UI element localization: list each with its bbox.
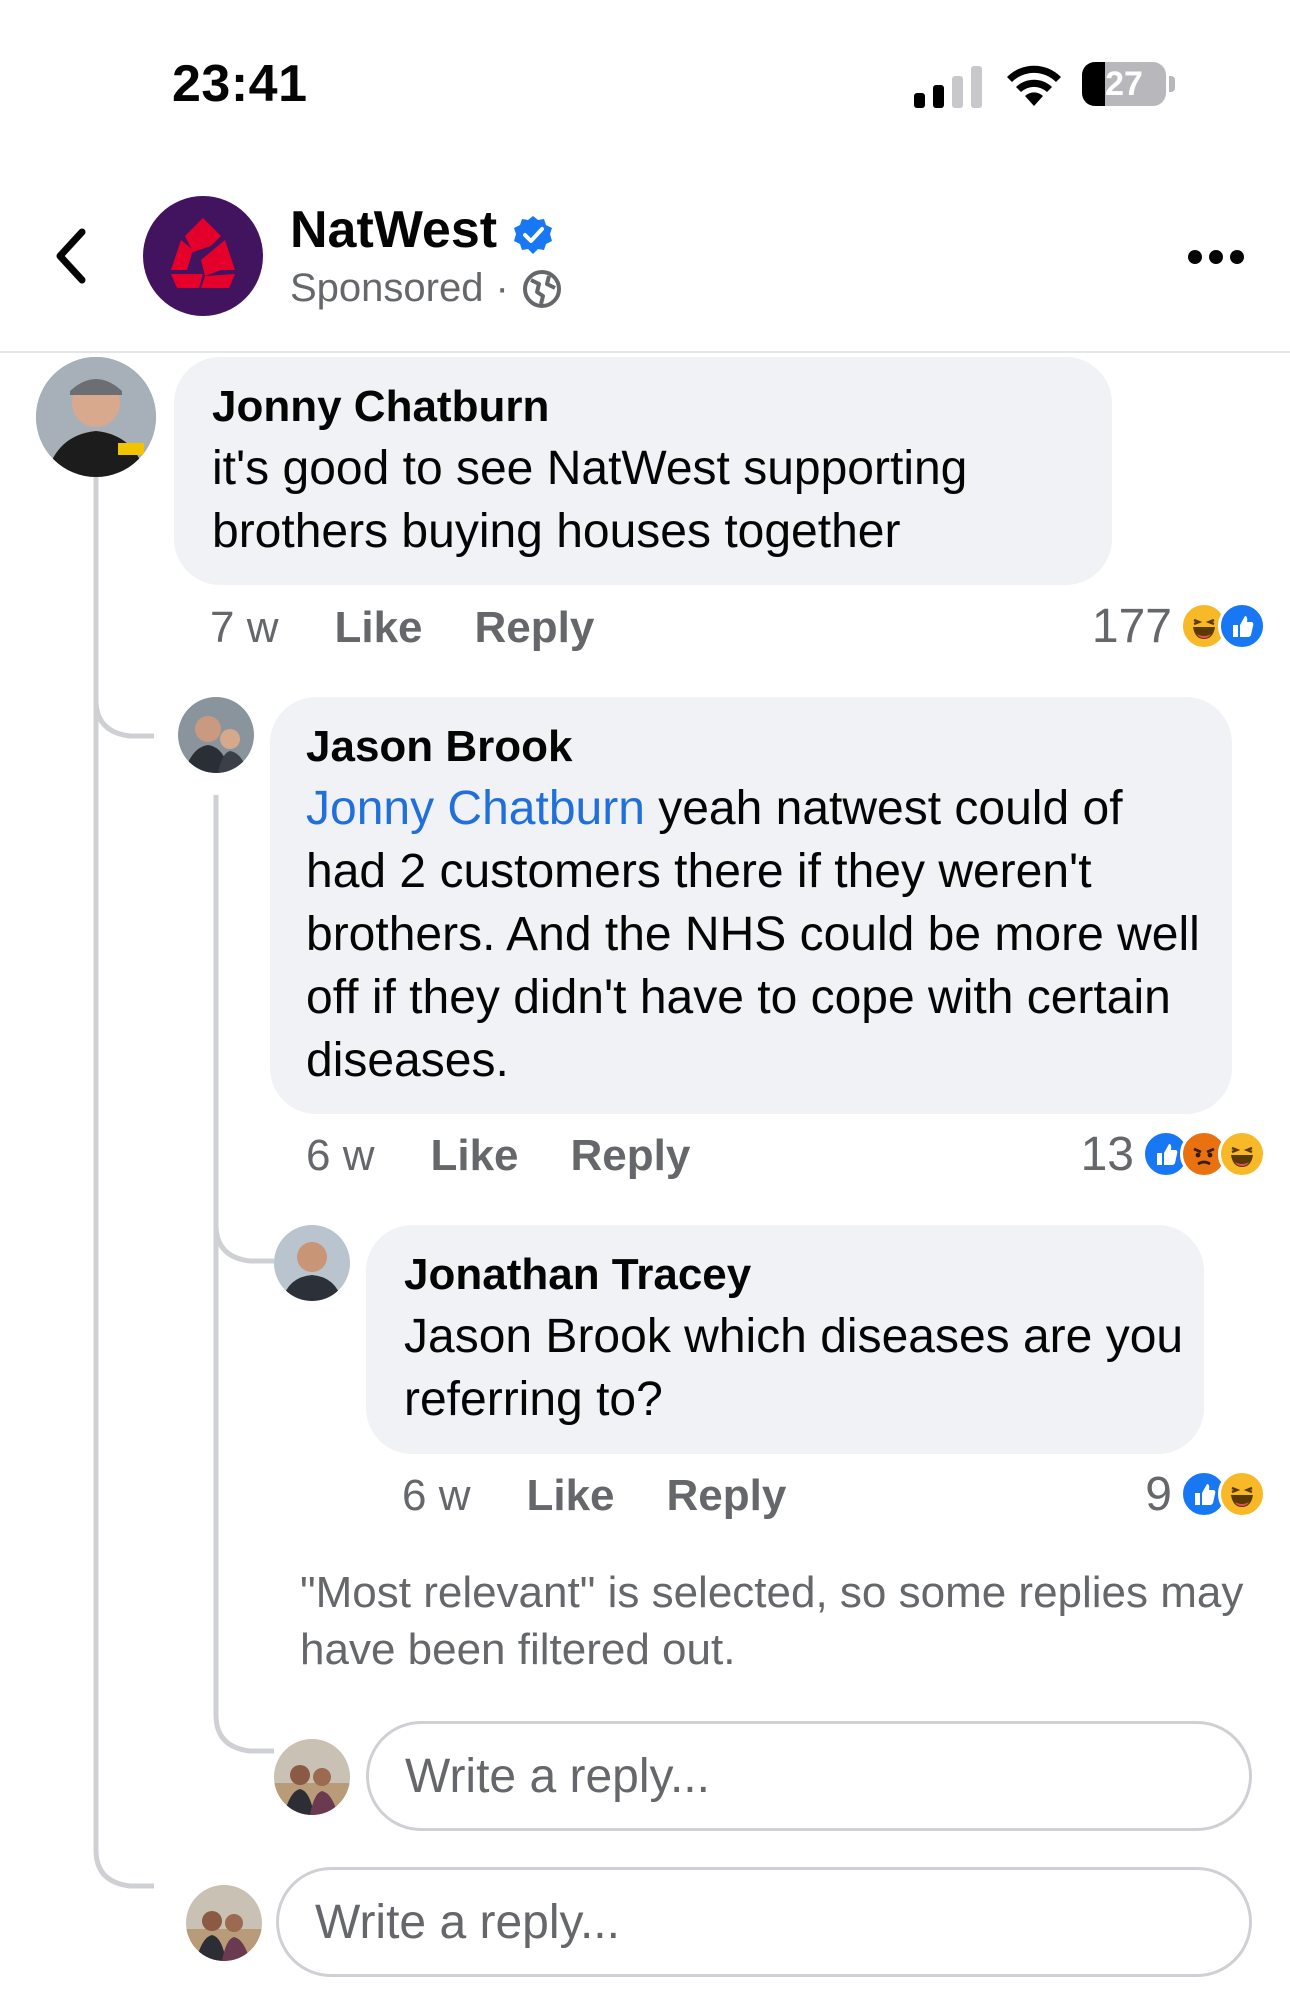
like-button[interactable]: Like	[430, 1131, 518, 1181]
avatar	[186, 1885, 262, 1961]
comment-meta: 6 w Like Reply	[402, 1470, 838, 1522]
comment-author[interactable]: Jonny Chatburn	[212, 381, 549, 433]
comment-bubble: Jonny Chatburn it's good to see NatWest …	[174, 357, 1112, 585]
comment-text: it's good to see NatWest supporting brot…	[212, 442, 968, 558]
mention-link[interactable]: Jonny Chatburn	[306, 782, 645, 835]
reaction-summary[interactable]: 9	[1145, 1464, 1266, 1524]
reply-input-placeholder: Write a reply...	[405, 1749, 710, 1803]
reaction-icons	[1180, 602, 1266, 650]
wifi-icon	[1007, 65, 1061, 106]
filtered-replies-note: "Most relevant" is selected, so some rep…	[300, 1568, 1244, 1674]
avatar-photo-icon	[274, 1225, 350, 1301]
avatar-photo-icon	[178, 697, 254, 773]
separator-dot: ·	[495, 266, 509, 310]
status-time: 23:41	[172, 55, 308, 113]
haha-reaction-icon	[1218, 1470, 1266, 1518]
reaction-summary[interactable]: 177	[1092, 596, 1266, 656]
battery-level: 27	[1105, 65, 1143, 103]
comment-author[interactable]: Jonathan Tracey	[404, 1249, 751, 1301]
natwest-cubes-icon	[171, 218, 235, 288]
comment-meta: 7 w Like Reply	[210, 602, 646, 654]
avatar	[274, 1739, 350, 1815]
reaction-summary[interactable]: 13	[1081, 1124, 1266, 1184]
thread-line-main	[93, 470, 154, 1889]
reply-input[interactable]: Write a reply...	[276, 1867, 1252, 1977]
natwest-logo[interactable]	[143, 196, 263, 316]
comment-text: Jason Brook which diseases are you refer…	[404, 1310, 1184, 1426]
avatar-photo-icon	[186, 1885, 262, 1961]
reply-button[interactable]: Reply	[475, 603, 595, 653]
reaction-count: 13	[1080, 1127, 1134, 1181]
comment-bubble: Jason Brook Jonny Chatburn yeah natwest …	[270, 697, 1232, 1114]
avatar-photo-icon	[36, 357, 156, 477]
comment-author[interactable]: Jason Brook	[306, 721, 573, 773]
reply-button[interactable]: Reply	[571, 1131, 691, 1181]
comment-time: 6 w	[402, 1471, 471, 1520]
reply-button[interactable]: Reply	[667, 1471, 787, 1521]
sponsored-label: Sponsored	[290, 266, 484, 310]
reaction-count: 177	[1091, 599, 1172, 653]
reply-input-placeholder: Write a reply...	[315, 1895, 620, 1949]
reaction-icons	[1180, 1470, 1266, 1518]
like-reaction-icon	[1218, 602, 1266, 650]
globe-icon	[522, 269, 561, 308]
verified-badge-icon	[514, 216, 552, 254]
like-button[interactable]: Like	[334, 603, 422, 653]
more-options-icon[interactable]	[1188, 250, 1244, 266]
header-divider	[0, 351, 1290, 353]
comment-text: Jonny Chatburn yeah natwest could of had…	[306, 777, 1206, 1092]
avatar[interactable]	[36, 357, 156, 477]
comment-time: 7 w	[210, 603, 279, 652]
haha-reaction-icon	[1218, 1130, 1266, 1178]
comment-meta: 6 w Like Reply	[306, 1130, 742, 1182]
reply-input[interactable]: Write a reply...	[366, 1721, 1252, 1831]
reaction-icons	[1142, 1130, 1266, 1178]
avatar[interactable]	[274, 1225, 350, 1301]
cellular-signal-icon	[914, 64, 982, 108]
comment-bubble: Jonathan Tracey Jason Brook which diseas…	[366, 1225, 1204, 1454]
back-chevron-icon[interactable]	[50, 228, 94, 284]
avatar-photo-icon	[274, 1739, 350, 1815]
avatar[interactable]	[178, 697, 254, 773]
battery-icon: 27	[1082, 62, 1175, 108]
page-name[interactable]: NatWest	[290, 200, 497, 260]
reaction-count: 9	[1145, 1467, 1172, 1521]
like-button[interactable]: Like	[526, 1471, 614, 1521]
comment-time: 6 w	[306, 1131, 375, 1180]
sponsored-row: Sponsored ·	[290, 266, 563, 311]
